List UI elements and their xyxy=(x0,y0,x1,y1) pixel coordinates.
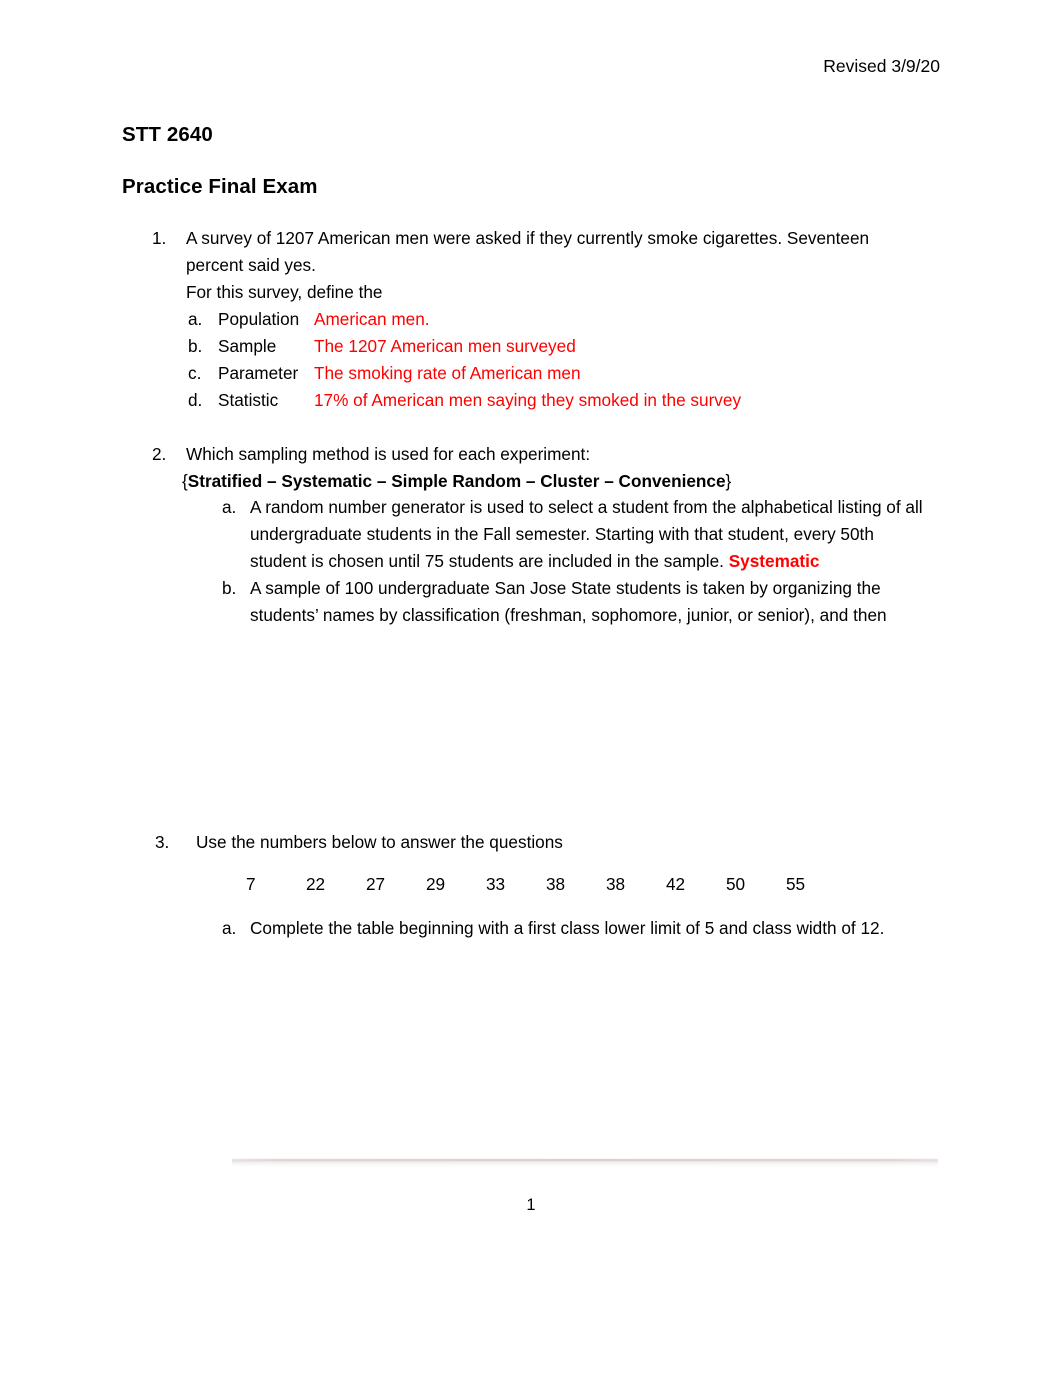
question-1d-marker: d. xyxy=(188,390,203,410)
data-value: 33 xyxy=(486,874,506,894)
method-list-options: Stratified – Systematic – Simple Random … xyxy=(187,471,726,491)
data-value: 38 xyxy=(606,874,626,894)
question-1a-answer: American men. xyxy=(314,309,430,329)
question-3-data-values: 7 22 27 29 33 38 38 42 50 55 xyxy=(246,871,846,898)
question-2-method-list: {Stratified – Systematic – Simple Random… xyxy=(182,468,882,495)
question-2a-text: A random number generator is used to sel… xyxy=(250,497,923,571)
data-value: 50 xyxy=(726,874,746,894)
question-2b-row: A sample of 100 undergraduate San Jose S… xyxy=(250,575,915,629)
question-1c-marker: c. xyxy=(188,363,202,383)
question-1d-row: Statistic 17% of American men saying they… xyxy=(218,387,741,414)
question-1b-marker: b. xyxy=(188,336,203,356)
question-2a-row: A random number generator is used to sel… xyxy=(250,494,928,575)
question-3-marker: 3. xyxy=(155,832,170,852)
data-value: 29 xyxy=(426,874,446,894)
question-2b-text: A sample of 100 undergraduate San Jose S… xyxy=(250,578,887,625)
question-1a-marker: a. xyxy=(188,309,203,329)
page-number: 1 xyxy=(526,1196,536,1214)
question-2-text: Which sampling method is used for each e… xyxy=(186,444,591,464)
question-1c-answer: The smoking rate of American men xyxy=(314,363,581,383)
question-1b-answer: The 1207 American men surveyed xyxy=(314,336,576,356)
data-value: 42 xyxy=(666,874,686,894)
document-page: Revised 3/9/20 STT 2640 Practice Final E… xyxy=(0,0,1062,1377)
question-1b-label: Sample xyxy=(218,336,277,356)
revision-note: Revised 3/9/20 xyxy=(823,56,940,76)
question-1a-row: Population American men. xyxy=(218,306,430,333)
data-value: 22 xyxy=(306,874,326,894)
question-1d-answer: 17% of American men saying they smoked i… xyxy=(314,390,742,410)
question-1-text: A survey of 1207 American men were asked… xyxy=(186,228,870,275)
question-2-marker: 2. xyxy=(152,444,167,464)
question-1-prompt: For this survey, define the xyxy=(186,282,383,302)
question-3a-text: Complete the table beginning with a firs… xyxy=(250,918,885,938)
question-1a-label: Population xyxy=(218,309,300,329)
question-1b-row: Sample The 1207 American men surveyed xyxy=(218,333,576,360)
question-2a-answer: Systematic xyxy=(728,551,820,571)
question-1d-label: Statistic xyxy=(218,390,279,410)
data-value: 7 xyxy=(246,874,256,894)
method-list-close-brace: } xyxy=(725,471,732,491)
data-value: 55 xyxy=(786,874,806,894)
question-3a-marker: a. xyxy=(222,918,237,938)
footer-divider xyxy=(232,1158,938,1167)
course-code-heading: STT 2640 xyxy=(122,123,213,146)
page-title: Practice Final Exam xyxy=(122,175,318,198)
question-1c-label: Parameter xyxy=(218,363,299,383)
question-1c-row: Parameter The smoking rate of American me… xyxy=(218,360,581,387)
question-1-marker: 1. xyxy=(152,228,167,248)
question-2b-marker: b. xyxy=(222,578,237,598)
data-value: 27 xyxy=(366,874,386,894)
data-value: 38 xyxy=(546,874,566,894)
question-3-text: Use the numbers below to answer the ques… xyxy=(196,832,563,852)
question-2a-marker: a. xyxy=(222,497,237,517)
